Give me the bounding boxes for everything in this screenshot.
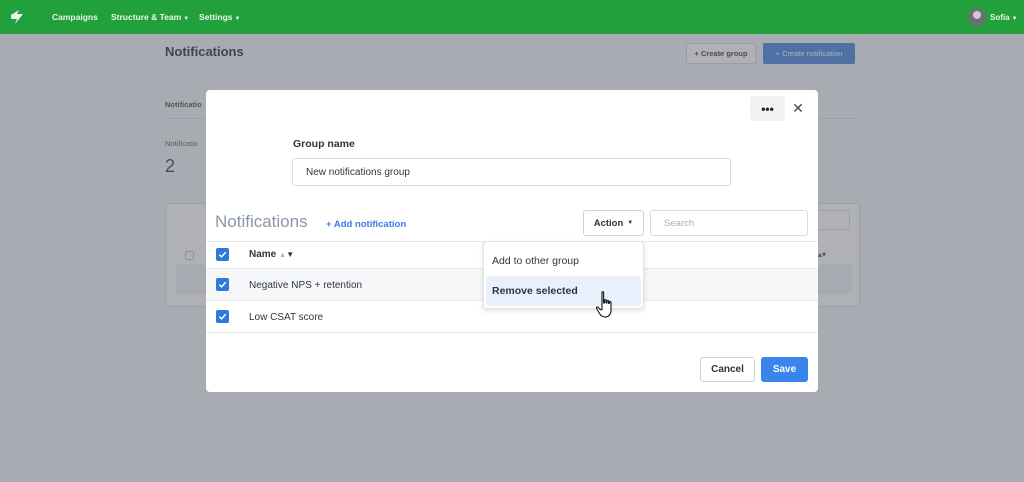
- save-button[interactable]: Save: [761, 357, 808, 382]
- section-title: Notifications: [215, 212, 308, 231]
- top-navigation-bar: Campaigns Structure & Team ▼ Settings ▼ So…: [0, 0, 1024, 34]
- caret-down-icon: ▼: [627, 220, 634, 226]
- group-name-label: Group name: [293, 138, 355, 150]
- column-name-label: Name: [249, 249, 277, 260]
- row-name: Low CSAT score: [249, 312, 324, 323]
- row-name: Negative NPS + retention: [249, 280, 363, 291]
- sort-desc-icon: ▼: [286, 250, 295, 259]
- user-name: Sofia: [990, 13, 1010, 22]
- nav-campaigns[interactable]: Campaigns: [52, 12, 98, 22]
- nav-settings-label: Settings: [199, 12, 233, 22]
- action-label: Action: [593, 217, 624, 229]
- checkmark-icon: [218, 313, 227, 320]
- checkmark-icon: [218, 281, 227, 288]
- action-dropdown-button[interactable]: Action ▼: [583, 210, 644, 236]
- select-all-checkbox[interactable]: [216, 248, 229, 261]
- more-options-button[interactable]: •••: [750, 96, 785, 121]
- search-input[interactable]: [650, 210, 808, 236]
- row-checkbox[interactable]: [216, 310, 229, 323]
- menu-item-remove-selected[interactable]: Remove selected: [492, 285, 578, 297]
- group-name-input[interactable]: [292, 158, 731, 186]
- menu-item-add-to-other-group[interactable]: Add to other group: [492, 255, 579, 267]
- nav-structure-team[interactable]: Structure & Team ▼: [111, 12, 189, 22]
- row-checkbox[interactable]: [216, 278, 229, 291]
- caret-down-icon: ▼: [1011, 16, 1018, 22]
- checkmark-icon: [218, 251, 227, 258]
- brand-logo-icon[interactable]: [8, 8, 26, 26]
- hand-pointer-icon: [595, 291, 612, 318]
- caret-down-icon: ▼: [234, 16, 241, 22]
- column-header-name[interactable]: Name ▲▼: [249, 249, 294, 260]
- nav-settings[interactable]: Settings ▼: [199, 12, 240, 22]
- cancel-button[interactable]: Cancel: [700, 357, 755, 382]
- user-menu[interactable]: Sofia ▼: [990, 13, 1018, 22]
- add-notification-link[interactable]: + Add notification: [326, 219, 406, 230]
- user-avatar[interactable]: [968, 8, 986, 26]
- nav-structure-team-label: Structure & Team: [111, 12, 182, 22]
- close-icon[interactable]: ✕: [791, 99, 805, 117]
- caret-down-icon: ▼: [183, 16, 190, 22]
